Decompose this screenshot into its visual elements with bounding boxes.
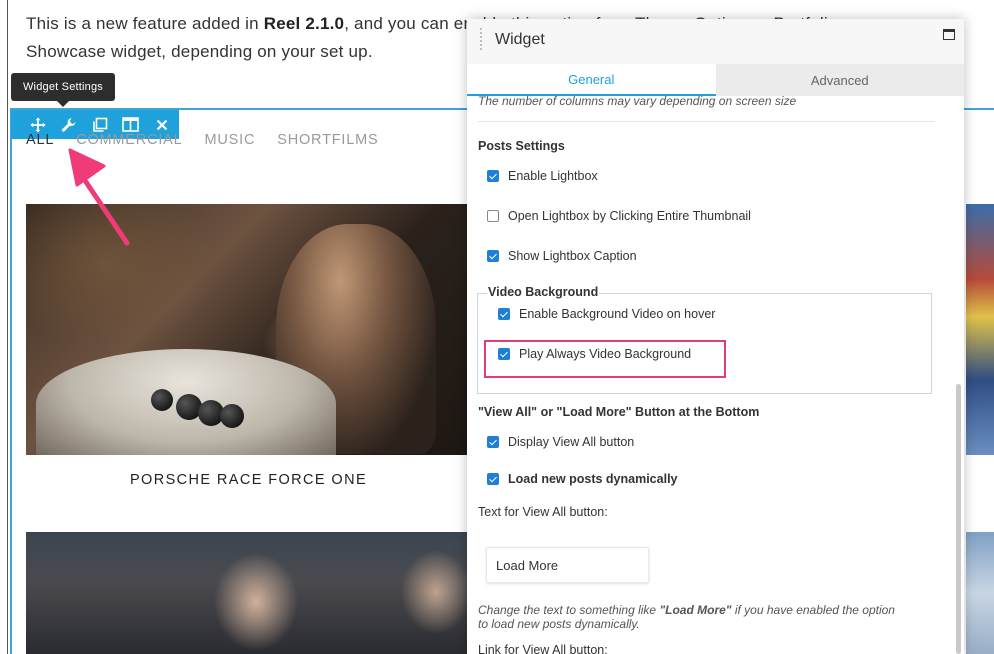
portfolio-thumbnail-right-2[interactable]	[966, 532, 994, 654]
photo-mallet	[151, 389, 173, 411]
tab-general[interactable]: General	[467, 64, 716, 96]
enable-hover-video-checkbox[interactable]	[498, 308, 510, 320]
filter-music[interactable]: MUSIC	[205, 132, 256, 148]
load-dynamic-option[interactable]: Load new posts dynamically	[487, 472, 678, 486]
play-always-video-option[interactable]: Play Always Video Background	[498, 347, 691, 361]
duplicate-icon	[92, 117, 107, 132]
enable-lightbox-checkbox[interactable]	[487, 170, 499, 182]
panel-content: The number of columns may vary depending…	[467, 94, 964, 654]
drag-handle-icon[interactable]	[479, 27, 483, 51]
columns-icon	[122, 117, 139, 132]
open-lightbox-checkbox[interactable]	[487, 210, 499, 222]
view-all-heading: "View All" or "Load More" Button at the …	[478, 405, 760, 419]
show-caption-checkbox[interactable]	[487, 250, 499, 262]
enable-hover-video-option[interactable]: Enable Background Video on hover	[498, 307, 715, 321]
close-icon	[156, 119, 167, 130]
version-label: Reel 2.1.0	[263, 14, 345, 33]
maximize-icon[interactable]	[943, 29, 955, 40]
panel-tabs: General Advanced	[467, 64, 964, 96]
filter-all[interactable]: ALL	[26, 132, 54, 148]
display-view-all-checkbox[interactable]	[487, 436, 499, 448]
filter-shortfilms[interactable]: SHORTFILMS	[277, 132, 378, 148]
move-icon	[30, 117, 45, 132]
photo-mallet	[220, 404, 244, 428]
panel-scrollbar[interactable]	[956, 384, 961, 654]
enable-lightbox-option[interactable]: Enable Lightbox	[487, 169, 598, 183]
view-all-text-input[interactable]: Load More	[486, 547, 649, 583]
display-view-all-option[interactable]: Display View All button	[487, 435, 634, 449]
portfolio-thumbnail-right[interactable]	[966, 204, 994, 455]
section-divider	[478, 121, 935, 122]
portfolio-thumbnail-1[interactable]	[26, 204, 471, 455]
view-all-text-label: Text for View All button:	[478, 505, 608, 519]
view-all-link-label: Link for View All button:	[478, 643, 608, 654]
filter-commercial[interactable]: COMMERCIAL	[76, 132, 182, 148]
load-dynamic-checkbox[interactable]	[487, 473, 499, 485]
tab-advanced[interactable]: Advanced	[715, 64, 964, 96]
widget-settings-tooltip: Widget Settings	[11, 73, 115, 107]
play-always-video-checkbox[interactable]	[498, 348, 510, 360]
portfolio-caption-1[interactable]: PORSCHE RACE FORCE ONE	[26, 472, 471, 488]
video-background-legend: Video Background	[487, 285, 600, 299]
panel-title: Widget	[495, 31, 545, 48]
page-left-border	[7, 0, 8, 654]
open-lightbox-option[interactable]: Open Lightbox by Clicking Entire Thumbna…	[487, 209, 751, 223]
posts-settings-heading: Posts Settings	[478, 139, 565, 153]
show-caption-option[interactable]: Show Lightbox Caption	[487, 249, 637, 263]
columns-note: The number of columns may vary depending…	[478, 94, 797, 108]
widget-selection-outline-left	[10, 108, 12, 654]
panel-header[interactable]: Widget	[467, 19, 964, 64]
view-all-hint: Change the text to something like "Load …	[478, 603, 895, 631]
portfolio-filters: ALL COMMERCIAL MUSIC SHORTFILMS	[26, 132, 378, 148]
wrench-icon	[61, 117, 75, 132]
widget-settings-panel: Widget General Advanced The number of co…	[467, 19, 964, 654]
portfolio-thumbnail-2[interactable]	[26, 532, 471, 654]
